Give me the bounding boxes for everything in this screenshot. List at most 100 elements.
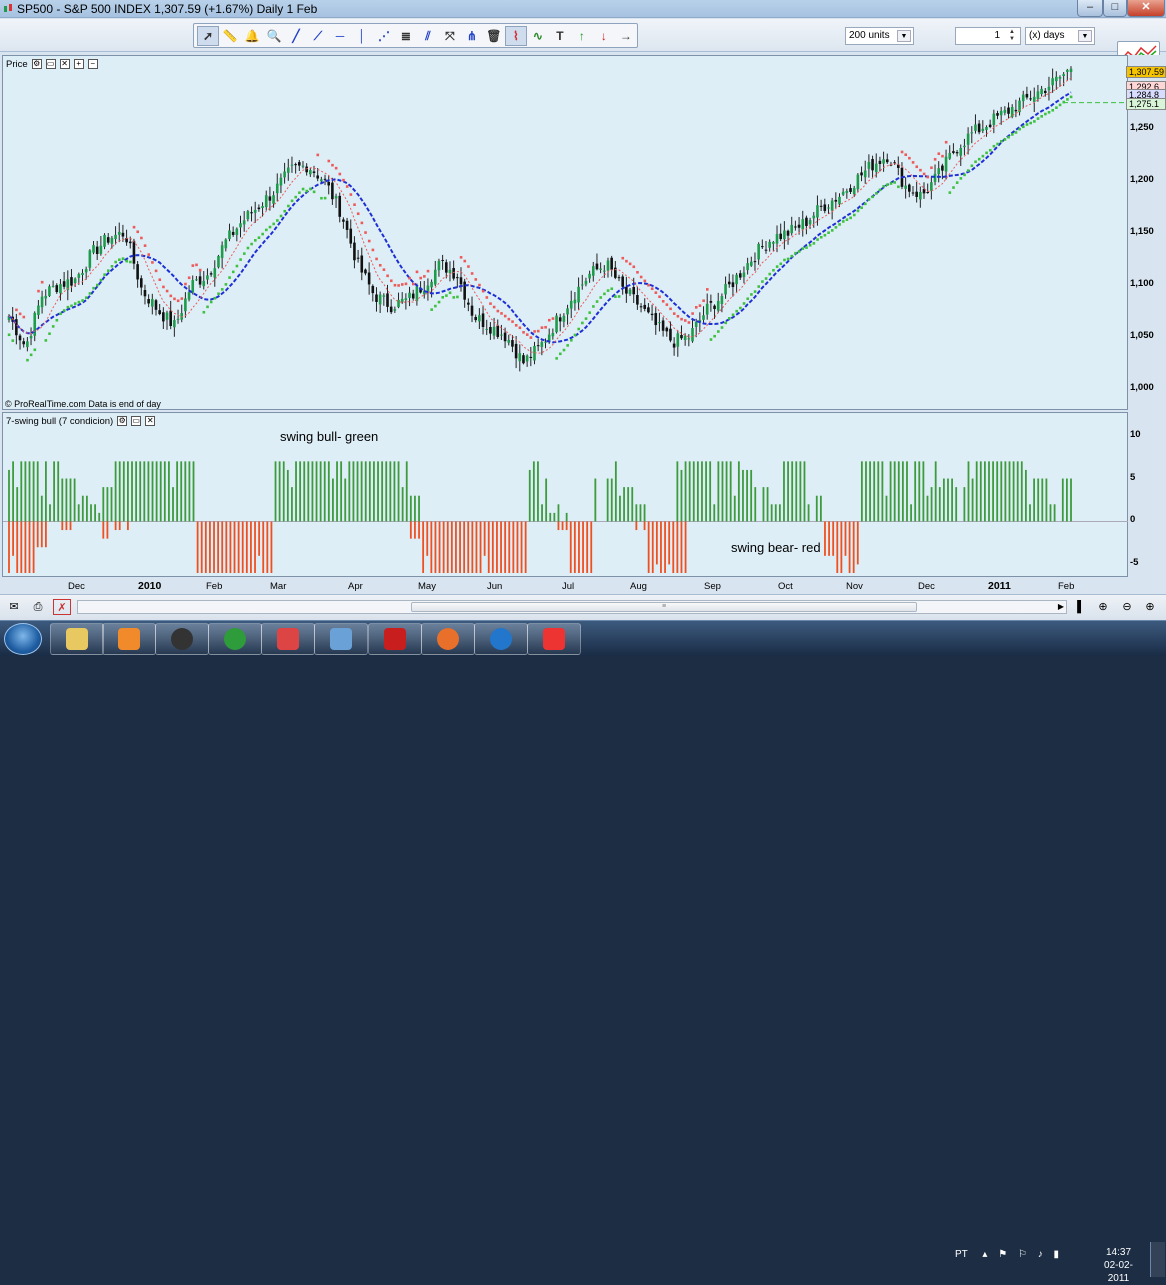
candle-body bbox=[48, 286, 51, 296]
firefox-task[interactable] bbox=[421, 623, 475, 655]
units-select[interactable]: 200 units ▼ bbox=[845, 27, 914, 45]
down-arrow-icon[interactable]: ↓ bbox=[593, 26, 615, 46]
price-panel[interactable]: Price ⚙ ▭ ✕ + − © ProRealTime.com Data i… bbox=[2, 55, 1129, 411]
fan-icon[interactable]: ⋰ bbox=[373, 26, 395, 46]
pdf-task[interactable] bbox=[368, 623, 422, 655]
up-arrow-icon[interactable]: ↑ bbox=[571, 26, 593, 46]
signal-icon[interactable]: ▮ bbox=[1053, 1249, 1059, 1260]
candle-body bbox=[500, 334, 503, 336]
app-candle-icon bbox=[4, 4, 12, 12]
maximize-button[interactable]: □ bbox=[1103, 0, 1127, 17]
oscillator-chart[interactable] bbox=[3, 413, 1129, 578]
trash-icon[interactable]: 🗑 bbox=[483, 26, 505, 46]
pointer-icon[interactable]: ➚ bbox=[197, 25, 220, 46]
show-desktop-button[interactable] bbox=[1150, 1242, 1165, 1277]
bear-bar bbox=[578, 521, 580, 573]
candle-body bbox=[727, 281, 731, 285]
tray-expand-icon[interactable]: ▴ bbox=[982, 1249, 987, 1260]
sar-dot-red bbox=[533, 330, 536, 333]
bear-bar bbox=[209, 521, 211, 573]
pitchfork-icon[interactable]: ⋔ bbox=[461, 26, 483, 46]
tool-task[interactable] bbox=[261, 623, 315, 655]
language-indicator[interactable]: PT bbox=[955, 1249, 968, 1260]
network-task[interactable] bbox=[314, 623, 368, 655]
explorer-task[interactable] bbox=[50, 623, 104, 655]
sar-dot-green bbox=[1040, 115, 1044, 118]
sar-dot-green bbox=[588, 311, 592, 314]
sar-dot-green bbox=[606, 289, 610, 292]
close-button[interactable]: ✕ bbox=[1127, 0, 1165, 17]
candle-body bbox=[44, 295, 48, 299]
zoom-in-icon[interactable]: ⊕ bbox=[1141, 599, 1159, 615]
wrench-icon[interactable]: ⚙ bbox=[117, 416, 128, 426]
zoom-out-icon[interactable]: ⊖ bbox=[1118, 599, 1136, 615]
fibonacci-icon[interactable]: ≣ bbox=[395, 26, 417, 46]
trendline-icon[interactable]: ╱ bbox=[285, 26, 307, 46]
scroll-right-icon[interactable]: ▶ bbox=[1052, 599, 1070, 615]
wrench-icon[interactable]: ⚙ bbox=[31, 59, 42, 69]
ruler-icon[interactable]: 📏 bbox=[219, 26, 241, 46]
text-tool-icon[interactable]: T bbox=[549, 26, 571, 46]
oscillator-panel[interactable]: 7-swing bull (7 condicion) ⚙ ▭ ✕ swing b… bbox=[2, 412, 1129, 578]
bear-bar bbox=[565, 521, 568, 531]
wave-icon[interactable]: ∿ bbox=[527, 26, 549, 46]
flag-icon[interactable]: ⚐ bbox=[1018, 1249, 1027, 1260]
quantity-stepper[interactable]: 1 ▲ ▼ bbox=[955, 27, 1021, 45]
time-tick-label: Nov bbox=[846, 581, 863, 592]
bull-bar bbox=[787, 461, 789, 522]
pattern-icon[interactable]: ⌇ bbox=[504, 25, 527, 46]
expand-icon[interactable]: + bbox=[73, 59, 84, 69]
print-icon[interactable]: ⎙ bbox=[29, 599, 47, 615]
minimize-button[interactable]: – bbox=[1077, 0, 1103, 17]
candle-body bbox=[669, 328, 672, 341]
b-app-task[interactable] bbox=[474, 623, 528, 655]
alert-bell-icon[interactable]: 🔔 bbox=[241, 26, 263, 46]
bear-bar bbox=[824, 521, 826, 556]
zoom-fit-icon[interactable]: ⊕ bbox=[1094, 599, 1112, 615]
candle-body bbox=[599, 268, 602, 270]
candle-body bbox=[356, 257, 360, 259]
scroll-thumb[interactable]: ≡ bbox=[411, 602, 917, 612]
sar-dot-green bbox=[845, 218, 849, 221]
ray-icon[interactable]: ⟋ bbox=[307, 26, 329, 46]
network-icon[interactable]: ⚑ bbox=[998, 1249, 1007, 1260]
bear-bar bbox=[114, 521, 117, 531]
sar-dot-green bbox=[1066, 98, 1069, 101]
sar-dot-red bbox=[511, 320, 514, 323]
vertical-line-icon[interactable]: │ bbox=[351, 26, 373, 46]
bear-bar bbox=[217, 521, 220, 573]
sar-dot-red bbox=[151, 261, 154, 264]
sar-dot-green bbox=[996, 142, 999, 146]
clock[interactable]: 14:37 02-02-2011 bbox=[1096, 1246, 1141, 1285]
start-button[interactable] bbox=[4, 623, 42, 655]
utorrent-task[interactable] bbox=[208, 623, 262, 655]
channel-icon[interactable]: ⫽ bbox=[417, 26, 439, 46]
mail-icon[interactable]: ✉ bbox=[5, 599, 23, 615]
collapse-icon[interactable]: − bbox=[87, 59, 98, 69]
sar-dot-green bbox=[555, 357, 558, 360]
close-panel-icon[interactable]: ✕ bbox=[59, 59, 70, 69]
close-panel-icon[interactable]: ✕ bbox=[145, 416, 156, 426]
candle-body bbox=[1047, 86, 1051, 91]
right-arrow-icon[interactable]: → bbox=[615, 26, 637, 46]
candle-body bbox=[456, 277, 459, 279]
window-icon[interactable]: ▭ bbox=[45, 59, 56, 69]
arrows-icon[interactable]: ⤧ bbox=[439, 26, 461, 46]
prorealtime-task[interactable] bbox=[527, 623, 581, 655]
period-select[interactable]: (x) days ▼ bbox=[1025, 27, 1095, 45]
volume-icon[interactable]: ♪ bbox=[1038, 1249, 1043, 1260]
window-icon[interactable]: ▭ bbox=[131, 416, 142, 426]
sar-dot-red bbox=[356, 212, 360, 216]
spinner-icon[interactable]: ▲ ▼ bbox=[1006, 29, 1018, 43]
zoom-icon[interactable]: 🔍 bbox=[263, 26, 285, 46]
bull-bar bbox=[278, 461, 281, 522]
candle-settings-icon[interactable]: ▌ bbox=[1072, 599, 1090, 615]
horizontal-scrollbar[interactable]: ≡ bbox=[77, 600, 1067, 614]
sar-dot-green bbox=[272, 222, 275, 226]
hp-task[interactable] bbox=[155, 623, 209, 655]
delete-icon[interactable]: ✗ bbox=[53, 599, 71, 615]
price-chart[interactable] bbox=[3, 56, 1129, 411]
media-task[interactable] bbox=[102, 623, 156, 655]
horizontal-line-icon[interactable]: ─ bbox=[329, 26, 351, 46]
sar-dot-green bbox=[750, 293, 753, 296]
